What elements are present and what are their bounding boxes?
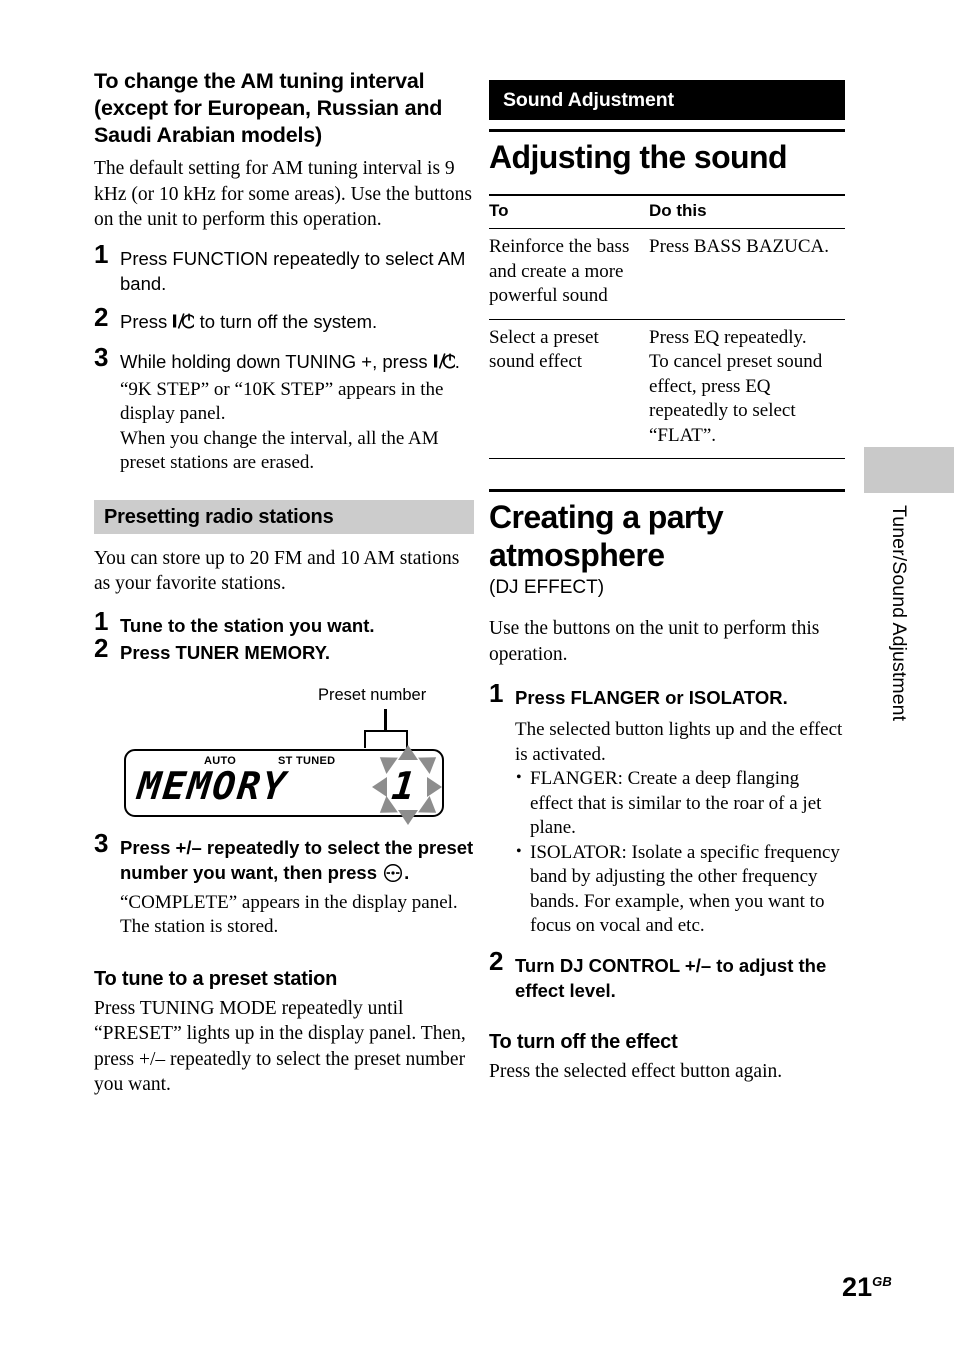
list-item: ISOLATOR: Isolate a specific frequency b… [515, 840, 845, 939]
power-icon [172, 311, 197, 336]
step-body: “9K STEP” or “10K STEP” appears in the d… [120, 378, 444, 474]
flashing-arrows-group [372, 744, 442, 825]
arrow-right-icon [427, 776, 442, 797]
tune-preset-body: Press TUNING MODE repeatedly until “PRES… [94, 997, 466, 1096]
step-number: 3 [94, 827, 109, 858]
table-cell-do: Press EQ repeatedly. To cancel preset so… [649, 326, 823, 446]
step-number: 3 [94, 341, 109, 372]
heading-subtitle-dj-effect: (DJ EFFECT) [489, 577, 605, 598]
step-am-3: 3 While holding down TUNING +, press . “… [94, 344, 474, 476]
leader-line-stem [384, 708, 387, 731]
page-number: 21GB [842, 1268, 892, 1301]
sound-adjustment-table: To Do this Reinforce the bass and create… [489, 194, 845, 459]
heading-adjusting-the-sound: Adjusting the sound [489, 139, 788, 175]
step-title-pre: Press [120, 310, 173, 332]
step-title-pre: Press +/– repeatedly to select the prese… [120, 836, 474, 883]
dj-effect-bullet-list: FLANGER: Create a deep flanging effect t… [515, 766, 845, 939]
step-dj-1: 1 Press FLANGER or ISOLATOR. The selecte… [489, 680, 845, 939]
arrow-down-left-icon [374, 795, 398, 821]
turn-off-effect-body: Press the selected effect button again. [489, 1060, 783, 1082]
section-heading-turn-off-effect: To turn off the effect [489, 1030, 678, 1053]
am-tuning-intro: The default setting for AM tuning interv… [94, 158, 472, 230]
right-column: Sound Adjustment Adjusting the sound To … [489, 80, 845, 1084]
table-header-to: To [489, 201, 509, 220]
step-title: Turn DJ CONTROL +/– to adjust the effect… [515, 954, 827, 1001]
manual-page: To change the AM tuning interval (except… [0, 0, 954, 1357]
section-heading-tune-preset: To tune to a preset station [94, 967, 338, 990]
step-title: While holding down TUNING +, press . [120, 349, 474, 376]
heading-creating-a-party-atmosphere: Creating a party atmosphere [489, 499, 724, 573]
page-number-suffix: GB [872, 1274, 892, 1289]
section-heading-am-tuning: To change the AM tuning interval (except… [94, 69, 443, 147]
arrow-up-icon [398, 744, 418, 760]
step-preset-3: 3 Press +/– repeatedly to select the pre… [94, 830, 474, 940]
step-title: Tune to the station you want. [120, 614, 375, 636]
step-am-2: 2 Press to turn off the system. [94, 304, 474, 336]
arrow-left-icon [372, 776, 387, 797]
step-dj-2: 2 Turn DJ CONTROL +/– to adjust the effe… [489, 948, 845, 1003]
step-am-1: 1 Press FUNCTION repeatedly to select AM… [94, 241, 474, 296]
dj-effect-intro: Use the buttons on the unit to perform t… [489, 618, 820, 665]
arrow-up-right-icon [418, 748, 442, 774]
step-title: Press +/– repeatedly to select the prese… [120, 835, 474, 889]
heading-rule [489, 129, 845, 132]
page-number-value: 21 [842, 1272, 873, 1302]
step-number: 2 [94, 301, 109, 332]
table-row: Reinforce the bass and create a more pow… [489, 228, 845, 320]
enter-icon [382, 863, 404, 889]
step-title: Press TUNER MEMORY. [120, 641, 331, 663]
lcd-display-text: MEMORY [135, 763, 290, 808]
table-header-row: To Do this [489, 195, 845, 229]
table-cell-to: Select a preset sound effect [489, 326, 599, 373]
step-body: “COMPLETE” appears in the display panel.… [120, 891, 458, 938]
power-icon [433, 351, 457, 376]
step-number: 1 [489, 678, 504, 708]
step-title-pre: While holding down TUNING +, press [120, 350, 433, 372]
step-body: The selected button lights up and the ef… [515, 719, 843, 765]
lcd-display: AUTO ST TUNED MEMORY 1 [124, 744, 444, 825]
presetting-intro: You can store up to 20 FM and 10 AM stat… [94, 547, 460, 595]
step-title-post: to turn off the system. [194, 310, 378, 332]
left-column: To change the AM tuning interval (except… [94, 68, 474, 1098]
arrow-up-left-icon [374, 748, 398, 774]
table-cell-to: Reinforce the bass and create a more pow… [489, 236, 630, 306]
step-title: Press FLANGER or ISOLATOR. [515, 687, 788, 708]
arrow-down-right-icon [418, 795, 442, 821]
table-header-do-this: Do this [649, 201, 707, 220]
step-title-post: . [404, 861, 410, 883]
arrow-down-icon [398, 809, 418, 825]
step-title: Press FUNCTION repeatedly to select AM b… [120, 247, 466, 294]
step-number: 2 [489, 945, 504, 976]
step-title-post: . [454, 350, 460, 372]
list-item: FLANGER: Create a deep flanging effect t… [515, 766, 845, 841]
table-bottom-rule [489, 458, 845, 459]
chapter-banner-sound-adjustment: Sound Adjustment [489, 80, 845, 120]
step-number: 1 [94, 605, 109, 636]
step-number: 1 [94, 238, 109, 269]
step-preset-2: 2 Press TUNER MEMORY. [94, 635, 474, 665]
step-preset-1: 1 Tune to the station you want. [94, 608, 474, 638]
table-cell-do: Press BASS BAZUCA. [649, 236, 830, 257]
step-title: Press to turn off the system. [120, 309, 474, 336]
heading-rule [489, 489, 845, 492]
side-tab-label: Tuner/Sound Adjustment [888, 505, 910, 722]
thumb-index-tab [864, 447, 954, 493]
step-number: 2 [94, 632, 109, 663]
table-row: Select a preset sound effect Press EQ re… [489, 319, 845, 459]
section-heading-presetting: Presetting radio stations [94, 499, 474, 534]
figure-caption-preset-number: Preset number [318, 685, 427, 704]
display-panel-figure: Preset number AUTO ST TUNED MEMORY 1 [94, 681, 474, 831]
